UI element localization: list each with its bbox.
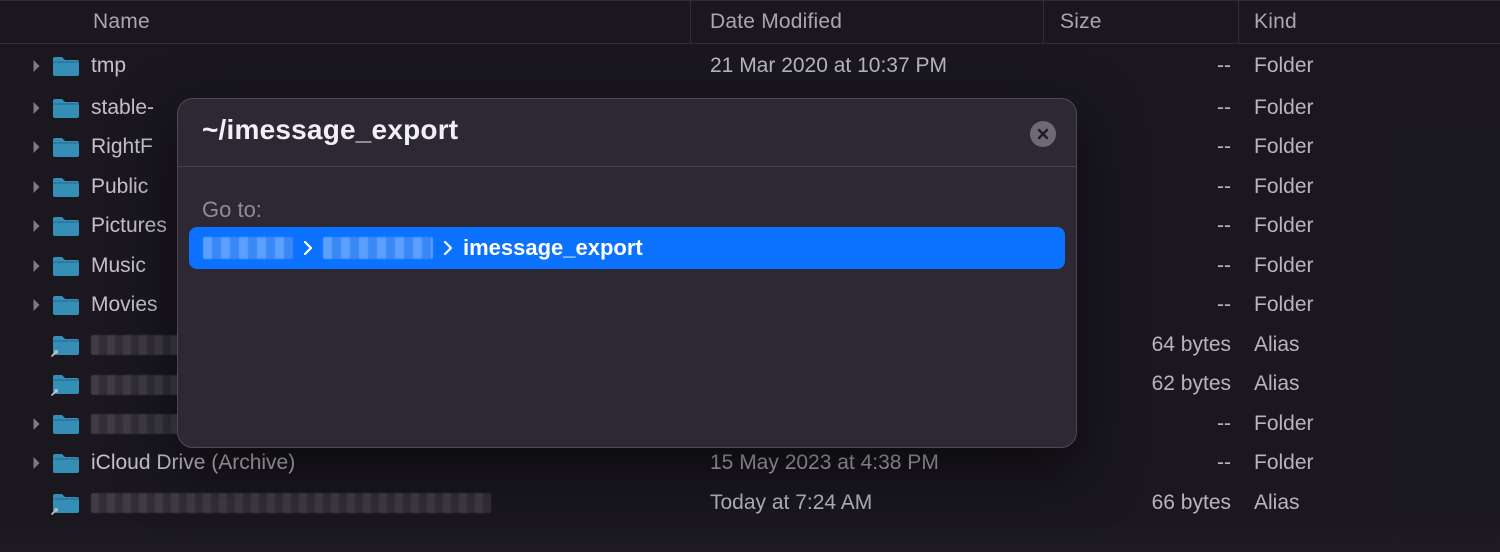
disclosure-chevron-icon[interactable] [27, 99, 45, 117]
folder-icon [51, 412, 81, 436]
file-kind: Folder [1254, 135, 1314, 159]
file-kind: Folder [1254, 96, 1314, 120]
disclosure-chevron-icon[interactable] [27, 257, 45, 275]
disclosure-chevron-icon[interactable] [27, 178, 45, 196]
column-divider [1043, 1, 1044, 43]
folder-icon [51, 175, 81, 199]
file-size: -- [1217, 412, 1231, 436]
folder-icon [51, 135, 81, 159]
folder-icon [51, 293, 81, 317]
disclosure-chevron-icon[interactable] [27, 296, 45, 314]
disclosure-chevron-icon[interactable] [27, 138, 45, 156]
header-kind[interactable]: Kind [1254, 10, 1297, 34]
file-size: -- [1217, 96, 1231, 120]
folder-icon [51, 96, 81, 120]
file-row[interactable]: Today at 7:24 AM 66 bytes Alias [0, 483, 1500, 523]
disclosure-chevron-icon[interactable] [27, 415, 45, 433]
chevron-right-icon [303, 235, 313, 261]
alias-folder-icon [51, 372, 81, 396]
file-kind: Folder [1254, 412, 1314, 436]
file-kind: Folder [1254, 293, 1314, 317]
file-date-modified: 15 May 2023 at 4:38 PM [710, 451, 939, 475]
file-name[interactable]: tmp [91, 54, 126, 78]
close-button[interactable] [1030, 121, 1056, 147]
file-kind: Folder [1254, 54, 1314, 78]
header-date-modified[interactable]: Date Modified [710, 10, 842, 34]
file-size: -- [1217, 254, 1231, 278]
file-name[interactable]: Public [91, 175, 148, 199]
header-size[interactable]: Size [1060, 10, 1102, 34]
header-name[interactable]: Name [93, 10, 150, 34]
file-kind: Folder [1254, 214, 1314, 238]
file-size: -- [1217, 214, 1231, 238]
file-date-modified: Today at 7:24 AM [710, 491, 872, 515]
file-kind: Alias [1254, 491, 1300, 515]
disclosure-chevron-icon[interactable] [27, 454, 45, 472]
file-name[interactable] [91, 491, 491, 515]
go-to-folder-dialog: ~/imessage_export Go to: imessage_export [177, 98, 1077, 448]
file-size: -- [1217, 451, 1231, 475]
column-divider [690, 1, 691, 43]
file-kind: Folder [1254, 451, 1314, 475]
file-size: 64 bytes [1152, 333, 1231, 357]
file-kind: Folder [1254, 254, 1314, 278]
chevron-right-icon [443, 235, 453, 261]
go-to-label: Go to: [202, 197, 262, 223]
file-kind: Folder [1254, 175, 1314, 199]
file-size: -- [1217, 54, 1231, 78]
file-name[interactable]: RightF [91, 135, 153, 159]
file-name[interactable]: Music [91, 254, 146, 278]
disclosure-chevron-icon[interactable] [27, 57, 45, 75]
file-size: 62 bytes [1152, 372, 1231, 396]
folder-icon [51, 214, 81, 238]
disclosure-chevron-icon[interactable] [27, 217, 45, 235]
file-date-modified: 21 Mar 2020 at 10:37 PM [710, 54, 947, 78]
file-kind: Alias [1254, 372, 1300, 396]
file-size: -- [1217, 293, 1231, 317]
file-name[interactable]: stable- [91, 96, 154, 120]
redacted-text [203, 237, 293, 259]
alias-folder-icon [51, 491, 81, 515]
go-to-path-input[interactable]: ~/imessage_export [202, 114, 458, 146]
file-kind: Alias [1254, 333, 1300, 357]
redacted-text [91, 493, 491, 513]
file-size: 66 bytes [1152, 491, 1231, 515]
folder-icon [51, 54, 81, 78]
file-size: -- [1217, 175, 1231, 199]
file-row[interactable]: iCloud Drive (Archive) 15 May 2023 at 4:3… [0, 444, 1500, 484]
column-header[interactable]: Name Date Modified Size Kind [0, 0, 1500, 44]
file-name[interactable]: Movies [91, 293, 158, 317]
column-divider [1238, 1, 1239, 43]
alias-folder-icon [51, 333, 81, 357]
go-to-suggestion[interactable]: imessage_export [189, 227, 1065, 269]
folder-icon [51, 254, 81, 278]
suggestion-folder-name: imessage_export [463, 235, 643, 261]
go-to-input-row: ~/imessage_export [178, 99, 1076, 167]
file-size: -- [1217, 135, 1231, 159]
folder-icon [51, 451, 81, 475]
file-row[interactable]: tmp 21 Mar 2020 at 10:37 PM -- Folder [0, 44, 1500, 88]
file-name[interactable]: iCloud Drive (Archive) [91, 451, 295, 475]
file-name[interactable]: Pictures [91, 214, 167, 238]
redacted-text [323, 237, 433, 259]
